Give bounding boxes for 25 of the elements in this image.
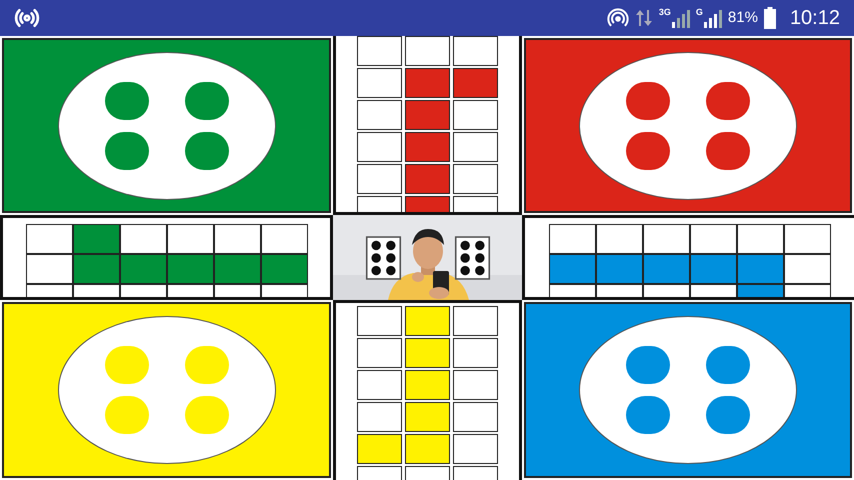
token-spot <box>184 346 228 384</box>
token-spot <box>626 396 670 434</box>
battery-icon <box>764 7 776 29</box>
token-spot <box>706 346 750 384</box>
token-spot <box>184 82 228 120</box>
token-spot <box>184 132 228 170</box>
token-spot <box>706 132 750 170</box>
token-spot <box>104 132 148 170</box>
signal-icon <box>704 8 722 28</box>
token-spot <box>626 346 670 384</box>
battery-percent: 81% <box>728 8 758 28</box>
token-spot <box>184 396 228 434</box>
hotspot-icon <box>606 7 629 29</box>
token-spot <box>706 82 750 120</box>
data-arrows-icon <box>634 8 653 28</box>
token-spot <box>706 396 750 434</box>
token-spot <box>104 396 148 434</box>
signal-icon <box>672 8 690 28</box>
token-spot <box>104 82 148 120</box>
network-type-label: G <box>696 8 703 17</box>
token-spot <box>626 132 670 170</box>
clock: 10:12 <box>790 6 840 31</box>
token-spot <box>104 346 148 384</box>
network-type-label: 3G <box>658 8 671 17</box>
token-spot <box>626 82 670 120</box>
